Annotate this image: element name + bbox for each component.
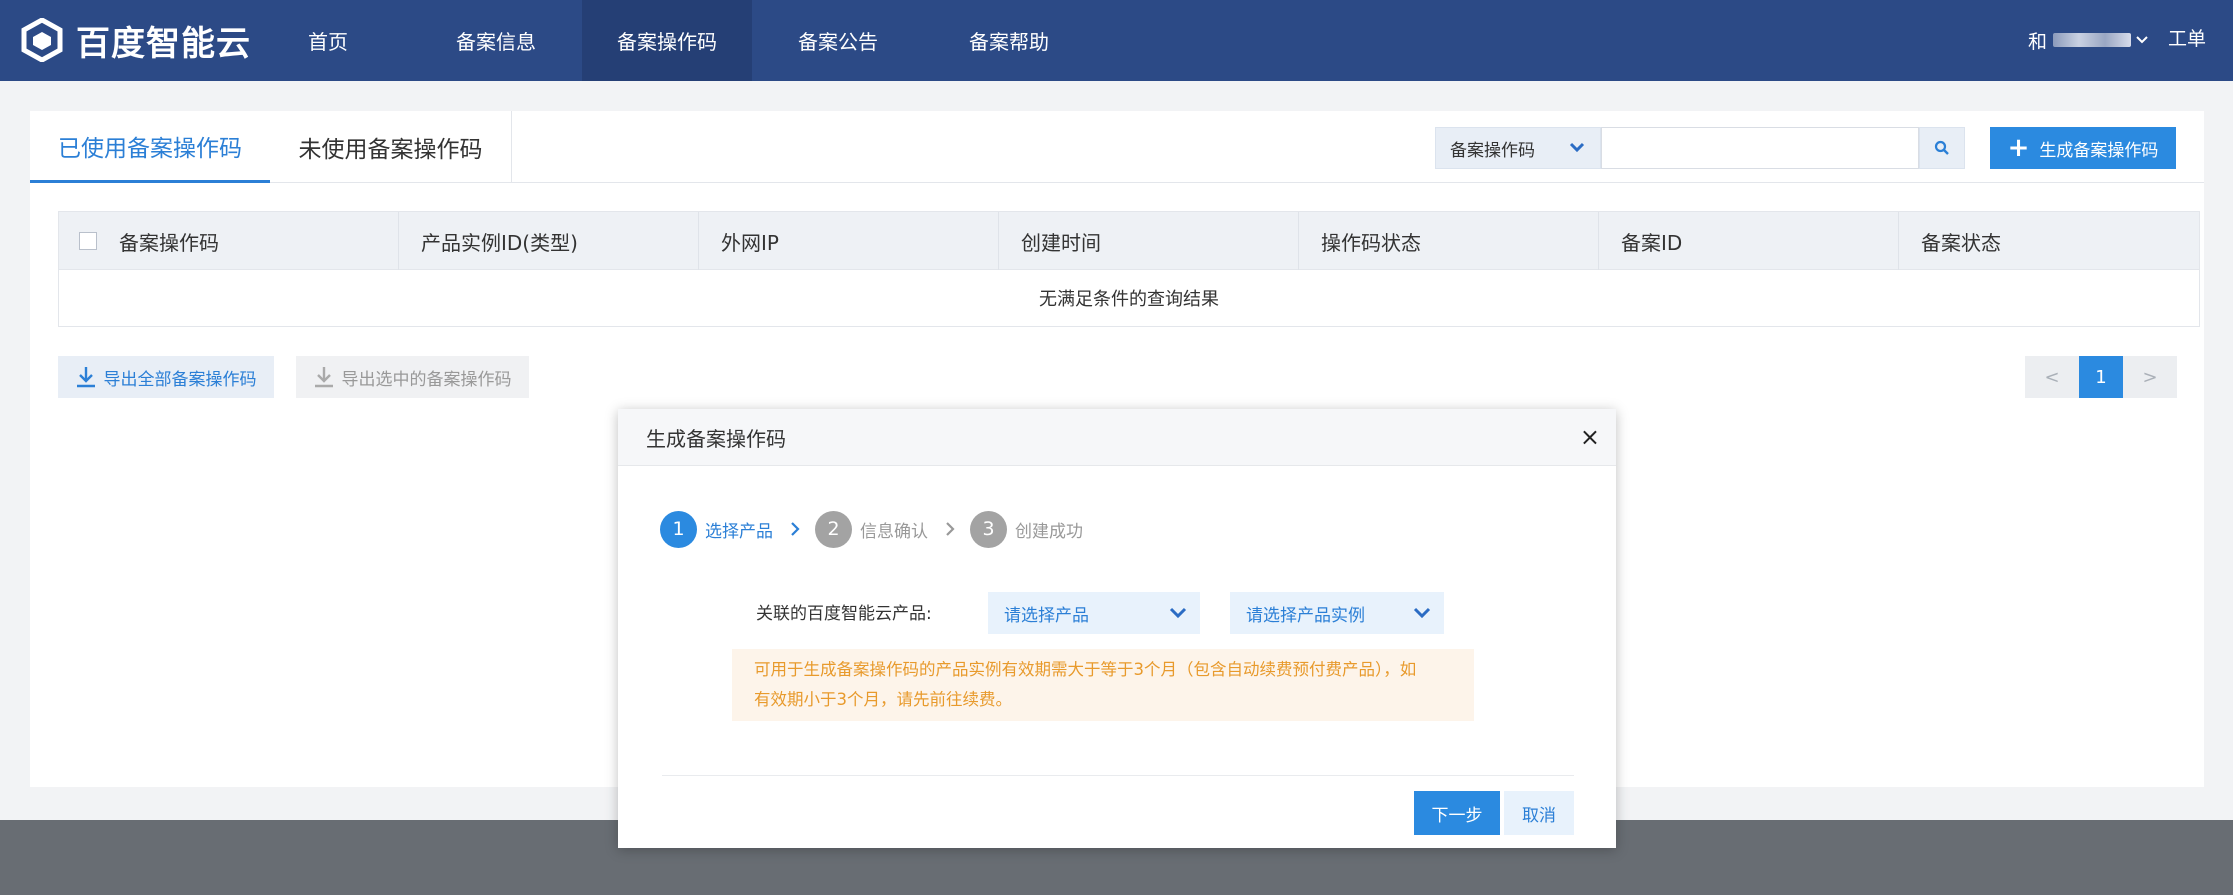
pagination: < 1 > xyxy=(2025,356,2177,398)
step-3-number: 3 xyxy=(970,510,1007,548)
export-selected-label: 导出选中的备案操作码 xyxy=(341,369,512,390)
nav-filing-code[interactable]: 备案操作码 xyxy=(582,0,752,81)
step-2-label: 信息确认 xyxy=(860,521,928,542)
product-select-value: 请选择产品 xyxy=(1004,605,1089,626)
tab-used-codes[interactable]: 已使用备案操作码 xyxy=(30,111,270,183)
page-1-button[interactable]: 1 xyxy=(2079,356,2123,398)
nav-filing-info[interactable]: 备案信息 xyxy=(411,0,581,81)
column-header: 产品实例ID(类型) xyxy=(399,212,699,270)
nav-filing-notice[interactable]: 备案公告 xyxy=(753,0,923,81)
generate-code-dialog: 生成备案操作码 × 1 选择产品 2 信息确认 3 创建成功 关联的百度智能云产… xyxy=(618,409,1616,848)
step-indicator: 1 选择产品 2 信息确认 3 创建成功 xyxy=(660,510,1083,548)
column-header: 外网IP xyxy=(699,212,999,270)
step-1-number: 1 xyxy=(660,510,697,548)
cloud-logo-icon xyxy=(21,18,63,62)
column-header-label: 备案操作码 xyxy=(119,230,219,255)
chevron-down-icon xyxy=(1569,142,1585,153)
chevron-right-icon xyxy=(944,520,956,538)
user-name-blurred xyxy=(2053,33,2132,47)
next-page-button[interactable]: > xyxy=(2123,356,2177,398)
chevron-right-icon xyxy=(789,520,801,538)
column-header: 操作码状态 xyxy=(1299,212,1599,270)
top-nav: 百度智能云 首页 备案信息 备案操作码 备案公告 备案帮助 和 工单 xyxy=(0,0,2233,81)
create-code-label: 生成备案操作码 xyxy=(2039,140,2159,161)
plus-icon: + xyxy=(2007,133,2030,163)
validity-warning: 可用于生成备案操作码的产品实例有效期需大于等于3个月（包含自动续费预付费产品），… xyxy=(732,649,1474,721)
download-icon xyxy=(314,367,333,388)
table-header: 备案操作码 产品实例ID(类型) 外网IP 创建时间 操作码状态 备案ID 备案… xyxy=(59,212,2199,270)
brand-logo[interactable]: 百度智能云 xyxy=(20,14,251,66)
column-header: 备案ID xyxy=(1599,212,1899,270)
chevron-down-icon xyxy=(1169,607,1187,619)
brand-name: 百度智能云 xyxy=(76,23,251,64)
search-type-select[interactable]: 备案操作码 xyxy=(1435,127,1601,169)
search-input[interactable] xyxy=(1601,127,1919,169)
step-3-label: 创建成功 xyxy=(1015,521,1083,542)
instance-select-value: 请选择产品实例 xyxy=(1246,605,1365,626)
dialog-header: 生成备案操作码 × xyxy=(618,409,1616,466)
nav-filing-help[interactable]: 备案帮助 xyxy=(924,0,1094,81)
column-header: 备案状态 xyxy=(1921,230,2001,255)
column-header: 创建时间 xyxy=(999,212,1299,270)
warning-line: 可用于生成备案操作码的产品实例有效期需大于等于3个月（包含自动续费预付费产品），… xyxy=(754,660,1417,679)
step-1-label: 选择产品 xyxy=(705,521,773,542)
close-icon[interactable]: × xyxy=(1580,423,1600,451)
product-field-label: 关联的百度智能云产品: xyxy=(756,604,932,624)
dialog-title: 生成备案操作码 xyxy=(646,426,786,451)
cancel-button[interactable]: 取消 xyxy=(1504,791,1574,835)
chevron-down-icon xyxy=(1413,607,1431,619)
download-icon xyxy=(76,367,95,388)
code-tabs: 已使用备案操作码 未使用备案操作码 备案操作码 + 生成备案操作码 xyxy=(30,111,2204,183)
export-all-label: 导出全部备案操作码 xyxy=(103,369,257,390)
column-header: 备案操作码 xyxy=(59,212,399,270)
dialog-divider xyxy=(662,775,1574,776)
select-all-checkbox[interactable] xyxy=(79,232,97,250)
prev-page-button[interactable]: < xyxy=(2025,356,2079,398)
export-selected-button[interactable]: 导出选中的备案操作码 xyxy=(296,356,529,398)
nav-ticket[interactable]: 工单 xyxy=(2168,24,2206,51)
warning-line: 有效期小于3个月，请先前往续费。 xyxy=(754,690,1012,709)
export-all-button[interactable]: 导出全部备案操作码 xyxy=(58,356,274,398)
instance-select[interactable]: 请选择产品实例 xyxy=(1230,592,1444,634)
codes-table: 备案操作码 产品实例ID(类型) 外网IP 创建时间 操作码状态 备案ID 备案… xyxy=(58,211,2200,327)
next-step-button[interactable]: 下一步 xyxy=(1414,791,1500,835)
nav-home[interactable]: 首页 xyxy=(243,0,413,81)
tab-unused-codes[interactable]: 未使用备案操作码 xyxy=(270,111,512,183)
step-2-number: 2 xyxy=(815,510,852,548)
user-initial: 和 xyxy=(2028,30,2048,53)
user-menu[interactable]: 和 xyxy=(2028,26,2149,54)
empty-result-row: 无满足条件的查询结果 xyxy=(59,270,2199,326)
product-select[interactable]: 请选择产品 xyxy=(988,592,1200,634)
chevron-down-icon xyxy=(2136,36,2148,44)
search-button[interactable] xyxy=(1919,127,1965,169)
create-code-button[interactable]: + 生成备案操作码 xyxy=(1990,127,2176,169)
search-type-label: 备案操作码 xyxy=(1450,140,1535,161)
search-icon xyxy=(1934,140,1949,155)
